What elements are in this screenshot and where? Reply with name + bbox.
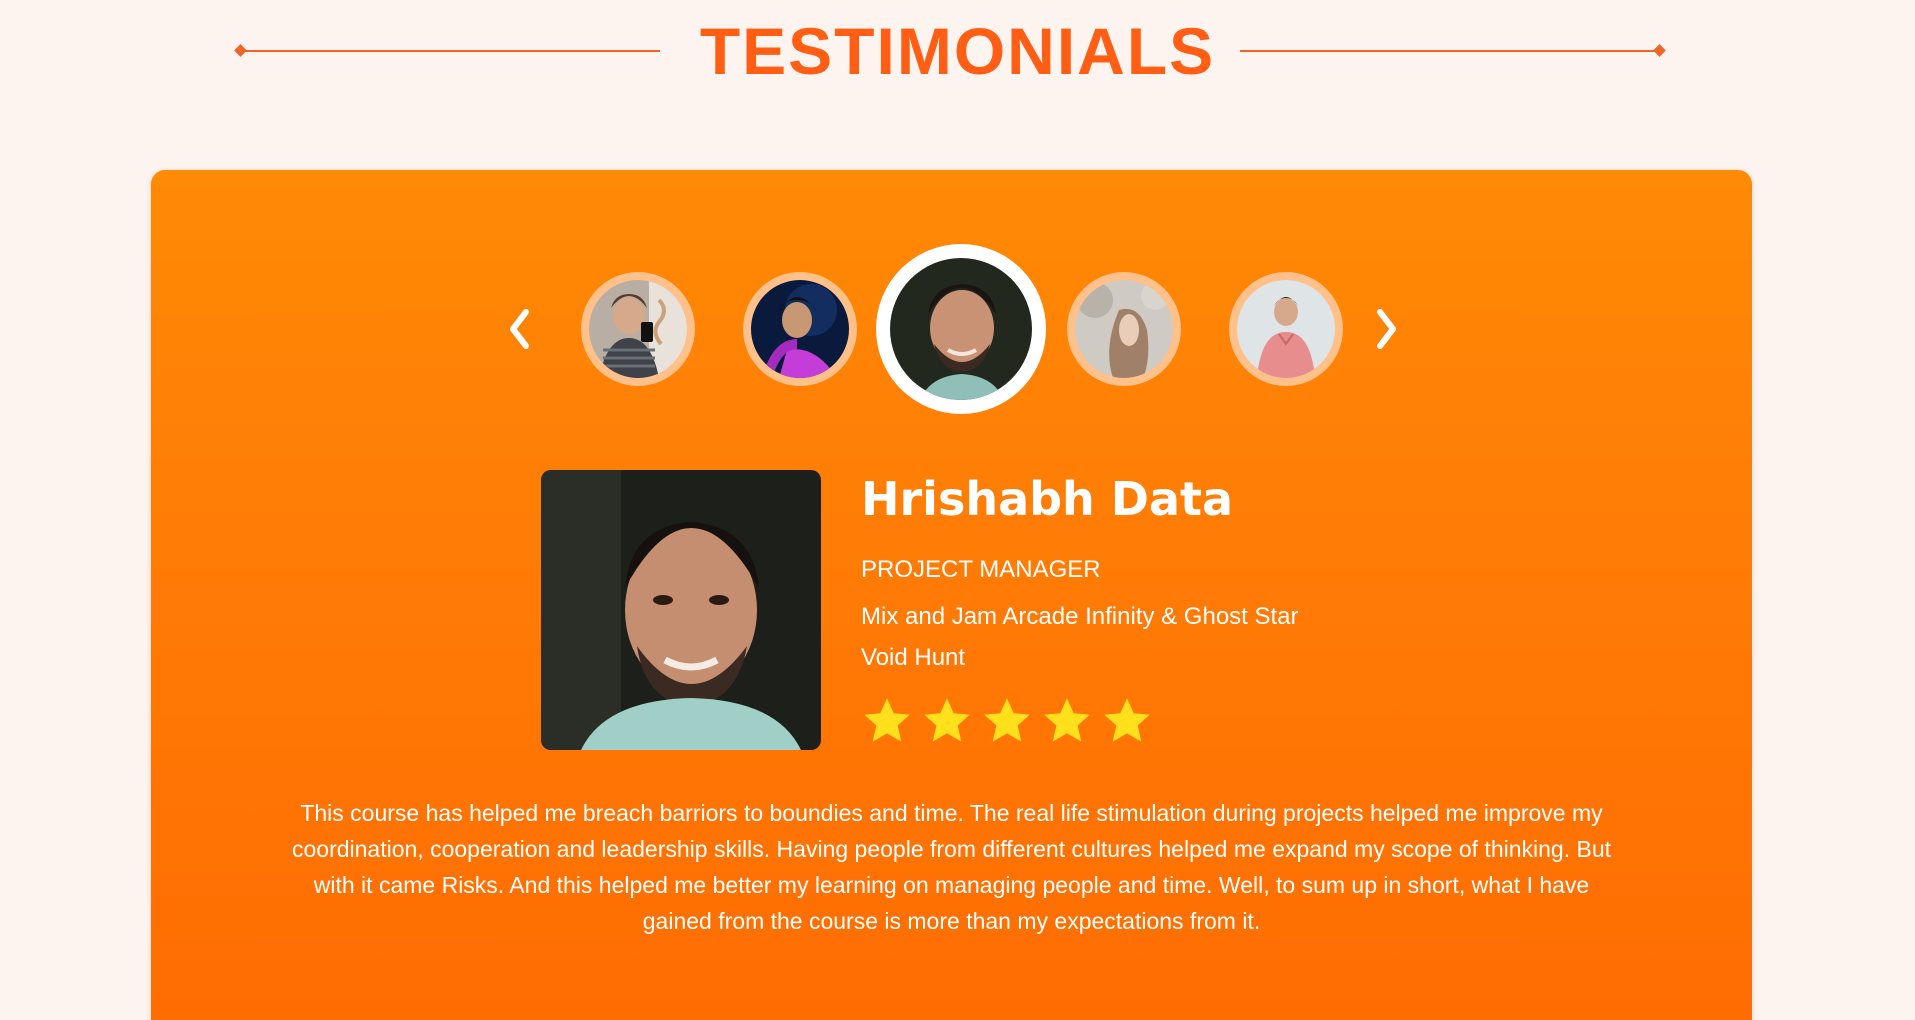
carousel-avatar[interactable]	[743, 272, 857, 386]
star-icon	[1044, 698, 1090, 742]
avatar-image	[751, 280, 849, 378]
carousel-avatar[interactable]	[1229, 272, 1343, 386]
avatar-image	[1075, 280, 1173, 378]
chevron-right-icon	[1377, 309, 1396, 349]
testimonial-company: Mix and Jam Arcade Infinity & Ghost Star…	[861, 603, 1299, 671]
testimonial-quote: This course has helped me breach barrior…	[291, 800, 1612, 934]
testimonials-section: TESTIMONIALS Hrishabh Data PROJECT MANAG…	[0, 0, 1915, 1020]
profile-photo	[541, 470, 821, 750]
star-icon	[924, 698, 970, 742]
carousel-avatar[interactable]	[1067, 272, 1181, 386]
carousel-next-button[interactable]	[1367, 299, 1407, 359]
star-icon	[984, 698, 1030, 742]
carousel-avatar-active[interactable]	[876, 244, 1046, 414]
star-icon	[1104, 698, 1150, 742]
testimonial-name: Hrishabh Data	[861, 472, 1234, 526]
carousel-avatar[interactable]	[581, 272, 695, 386]
carousel-prev-button[interactable]	[499, 299, 539, 359]
testimonial-card: Hrishabh Data PROJECT MANAGER Mix and Ja…	[151, 170, 1752, 1020]
testimonial-role: PROJECT MANAGER	[861, 556, 1101, 583]
star-icon	[864, 698, 910, 742]
star-rating	[861, 695, 1153, 751]
avatar-image	[589, 280, 687, 378]
avatar-image	[1237, 280, 1335, 378]
avatar-image	[890, 258, 1032, 400]
section-header: TESTIMONIALS	[0, 14, 1915, 88]
chevron-left-icon	[510, 309, 529, 349]
decorative-line-right	[1240, 50, 1660, 52]
